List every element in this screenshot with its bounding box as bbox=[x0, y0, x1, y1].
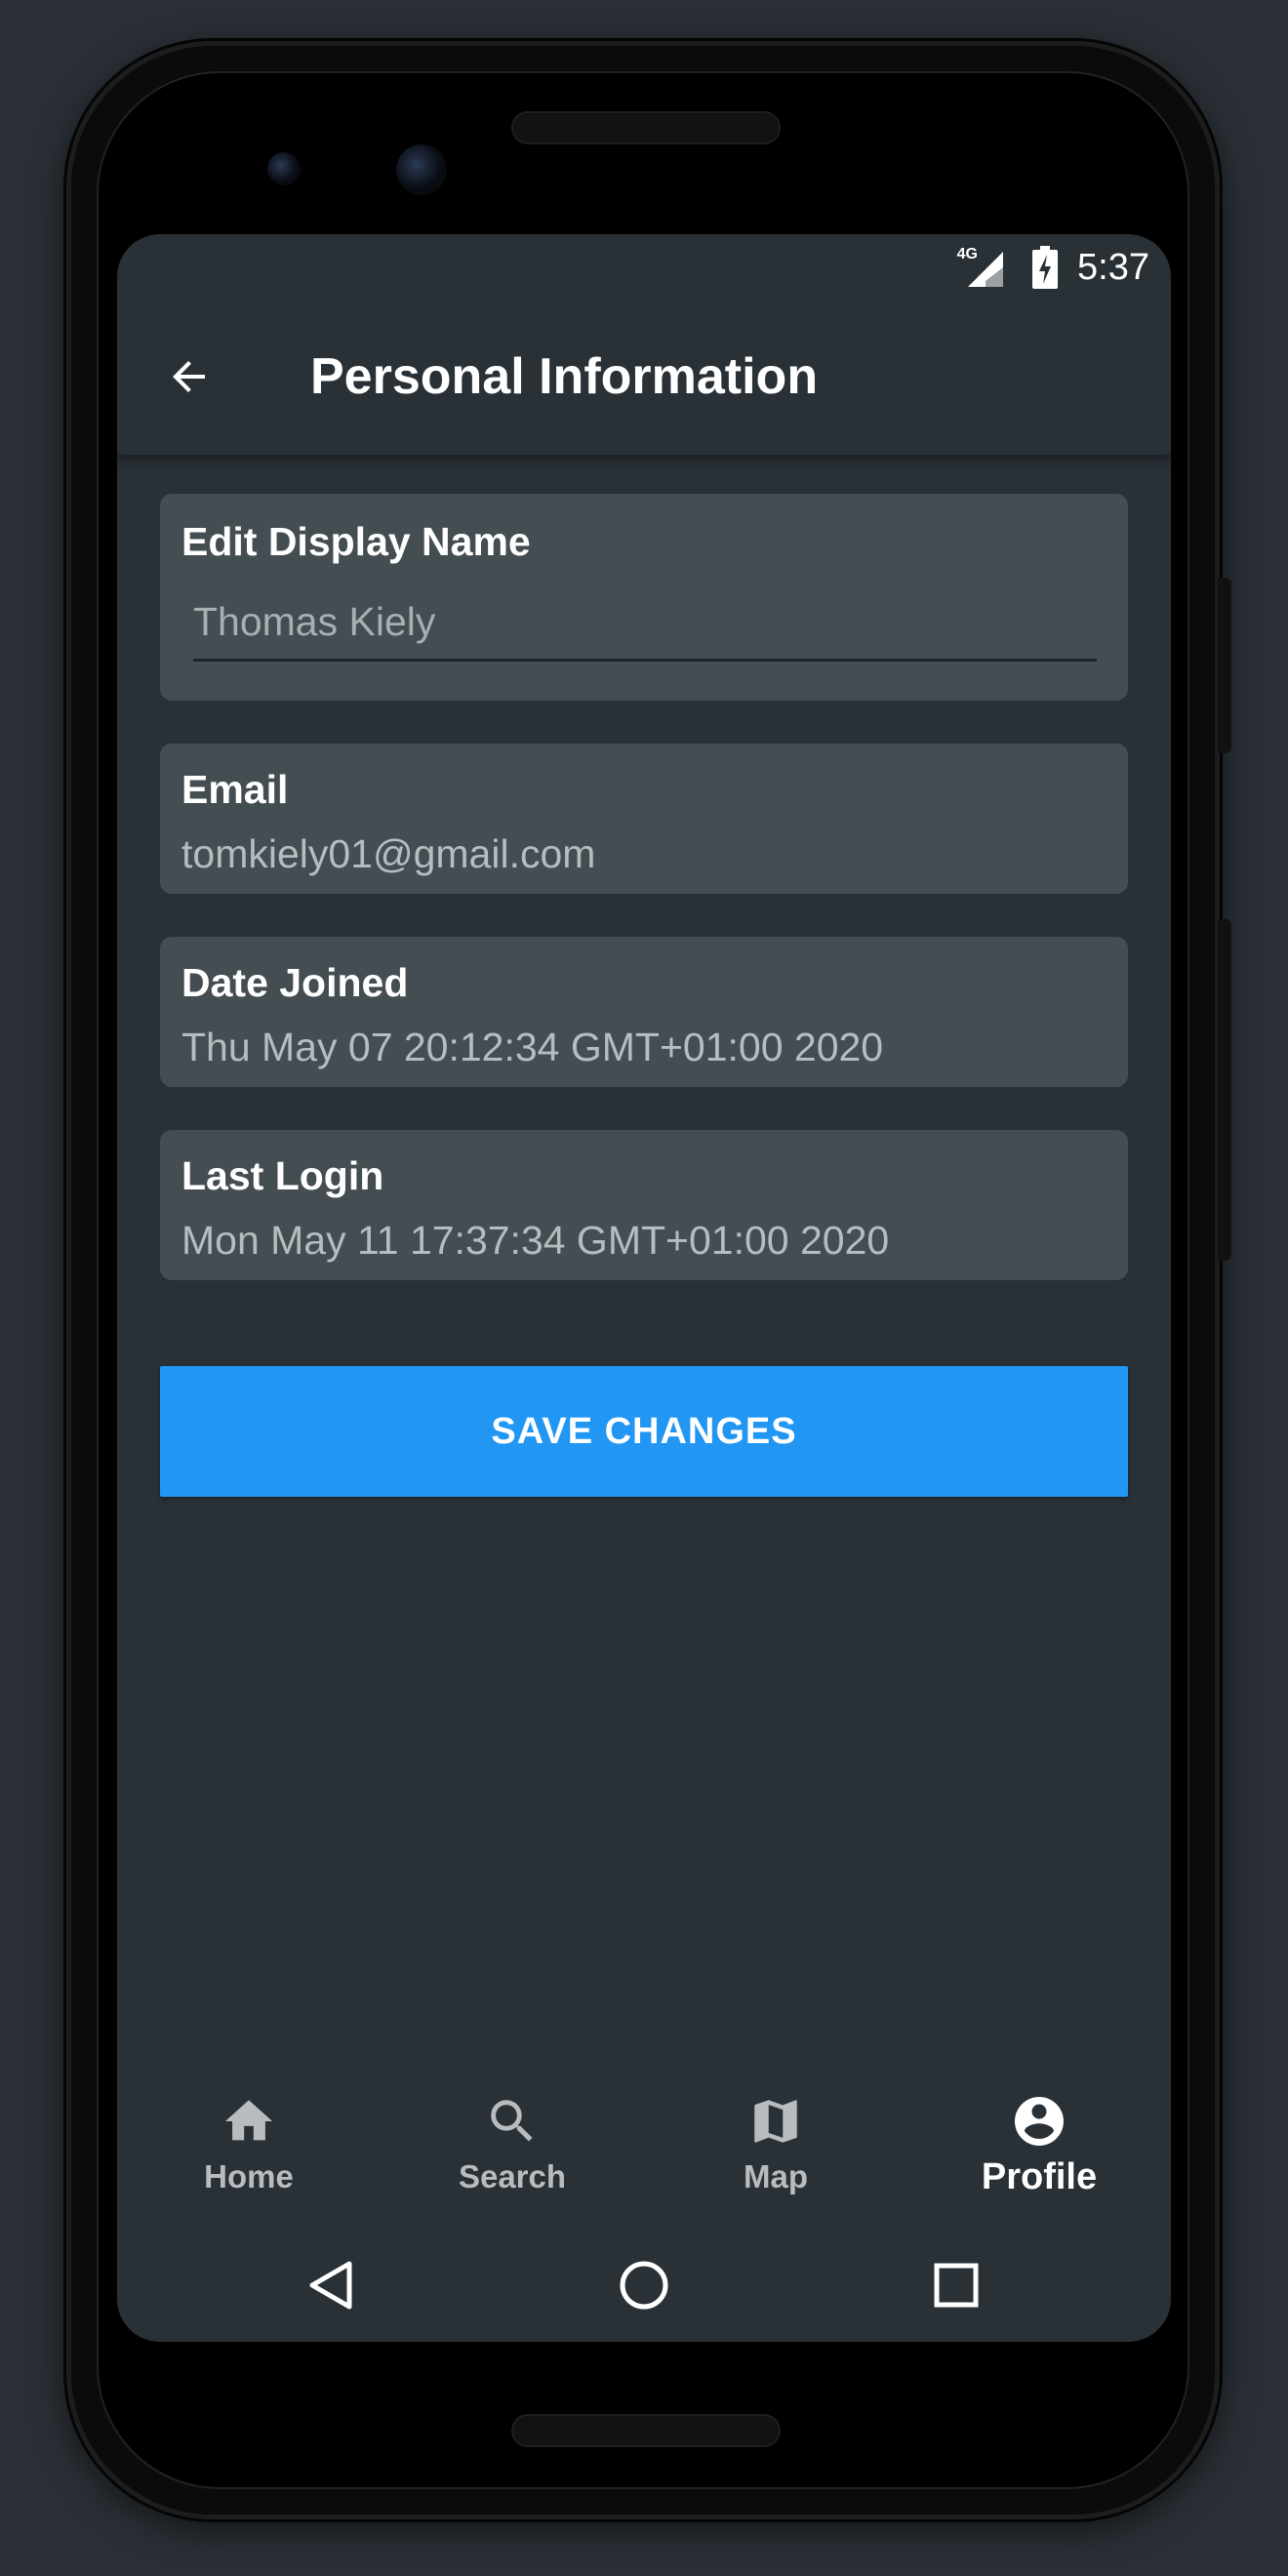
date-joined-value: Thu May 07 20:12:34 GMT+01:00 2020 bbox=[181, 1025, 884, 1069]
system-navigation-bar bbox=[117, 2225, 1171, 2342]
circle-home-icon bbox=[620, 2261, 668, 2310]
display-name-label: Edit Display Name bbox=[181, 519, 531, 564]
last-login-value: Mon May 11 17:37:34 GMT+01:00 2020 bbox=[181, 1218, 890, 1263]
save-changes-button[interactable]: SAVE CHANGES bbox=[160, 1366, 1128, 1497]
display-name-card: Edit Display Name bbox=[160, 494, 1128, 701]
nav-item-profile[interactable]: Profile bbox=[907, 2069, 1171, 2225]
bottom-navigation: Home Search Map Profile bbox=[117, 2069, 1171, 2225]
date-joined-label: Date Joined bbox=[181, 960, 409, 1005]
nav-label-profile: Profile bbox=[981, 2156, 1098, 2197]
home-icon bbox=[220, 2092, 278, 2151]
map-icon bbox=[746, 2092, 805, 2151]
status-bar: 4G 5:37 bbox=[117, 234, 1171, 299]
clock: 5:37 bbox=[1077, 247, 1149, 288]
last-login-label: Last Login bbox=[181, 1153, 384, 1198]
email-card: Email tomkiely01@gmail.com bbox=[160, 744, 1128, 894]
back-button[interactable] bbox=[160, 347, 219, 406]
square-recents-icon bbox=[934, 2263, 979, 2308]
email-label: Email bbox=[181, 767, 289, 812]
nav-item-home[interactable]: Home bbox=[117, 2069, 381, 2225]
nav-item-map[interactable]: Map bbox=[644, 2069, 907, 2225]
date-joined-card: Date Joined Thu May 07 20:12:34 GMT+01:0… bbox=[160, 937, 1128, 1087]
last-login-card: Last Login Mon May 11 17:37:34 GMT+01:00… bbox=[160, 1130, 1128, 1280]
power-button bbox=[1218, 578, 1231, 753]
triangle-back-icon bbox=[309, 2261, 352, 2310]
earpiece-speaker bbox=[511, 111, 781, 144]
front-camera bbox=[396, 144, 447, 195]
display-name-input[interactable] bbox=[193, 595, 1097, 662]
front-sensor bbox=[267, 152, 301, 185]
nav-label-home: Home bbox=[204, 2158, 294, 2194]
account-circle-icon bbox=[1010, 2092, 1068, 2151]
nav-label-map: Map bbox=[744, 2158, 808, 2194]
battery-charging-icon bbox=[1032, 246, 1058, 289]
page-title: Personal Information bbox=[310, 348, 819, 405]
arrow-back-icon bbox=[173, 361, 205, 392]
app-screen: 4G 5:37 Personal Information Edit Displa… bbox=[117, 234, 1171, 2342]
bottom-speaker bbox=[511, 2414, 781, 2447]
nav-item-search[interactable]: Search bbox=[381, 2069, 644, 2225]
signal-icon bbox=[968, 252, 1003, 287]
volume-button bbox=[1218, 919, 1231, 1261]
app-bar: Personal Information bbox=[117, 299, 1171, 455]
system-back-button[interactable] bbox=[293, 2246, 371, 2324]
system-home-button[interactable] bbox=[605, 2246, 683, 2324]
search-icon bbox=[483, 2092, 542, 2151]
nav-label-search: Search bbox=[458, 2158, 567, 2194]
email-value: tomkiely01@gmail.com bbox=[181, 831, 596, 876]
system-recents-button[interactable] bbox=[917, 2246, 995, 2324]
